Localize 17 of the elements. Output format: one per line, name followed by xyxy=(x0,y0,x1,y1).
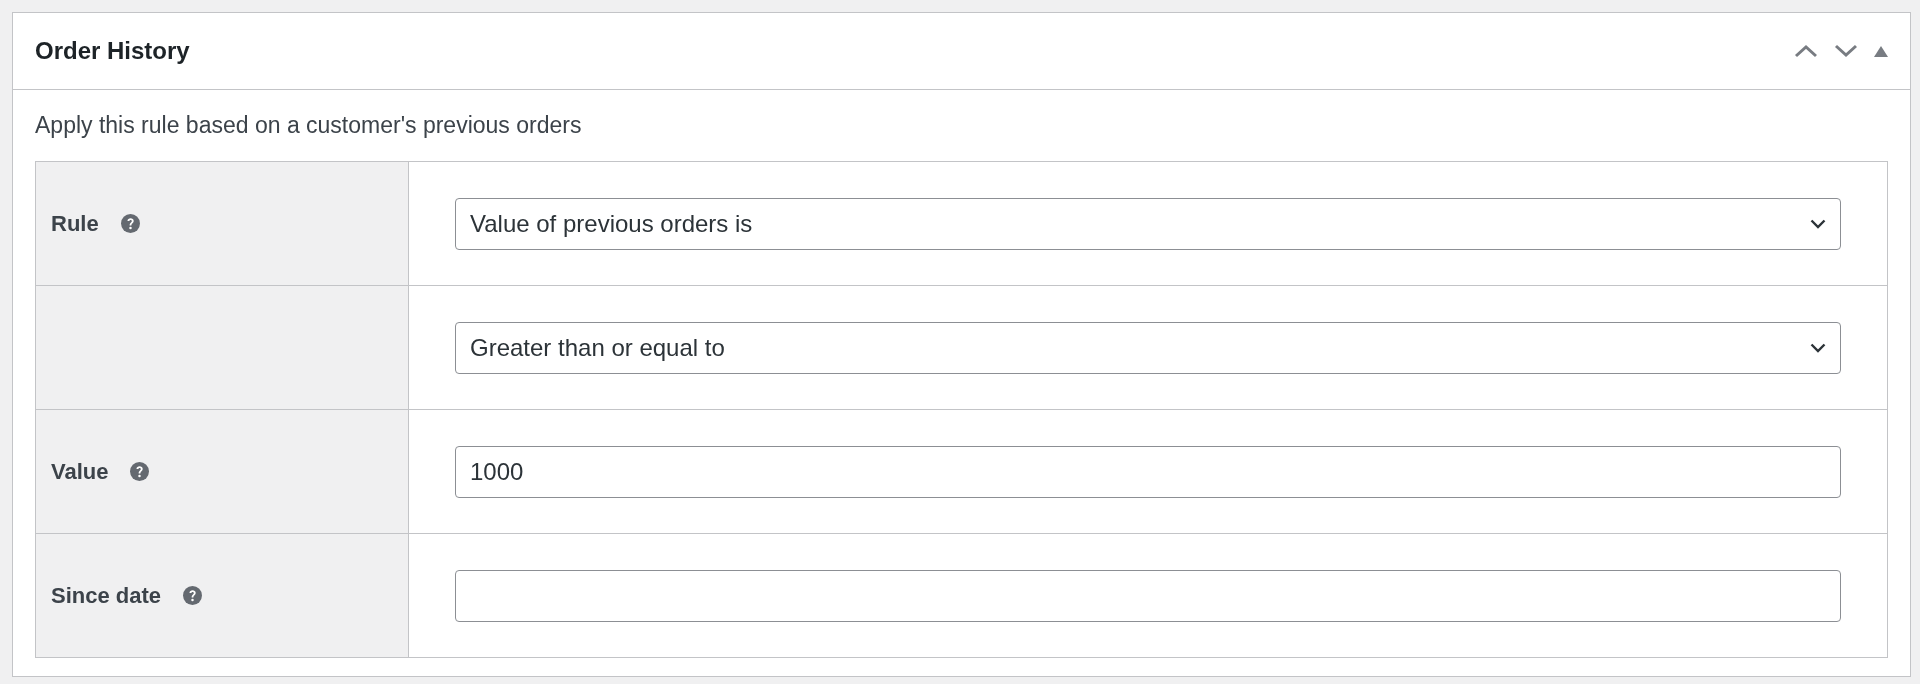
chevron-down-icon xyxy=(1810,342,1826,353)
chevron-down-icon xyxy=(1810,218,1826,229)
chevron-up-icon xyxy=(1794,44,1818,58)
description-text: Apply this rule based on a customer's previous orders xyxy=(35,112,582,139)
input-field[interactable] xyxy=(455,569,1841,622)
input-field[interactable]: 1000 xyxy=(455,445,1841,498)
help-icon[interactable] xyxy=(183,586,203,605)
chevron-down-icon xyxy=(1834,44,1858,58)
help-icon[interactable] xyxy=(130,462,150,481)
dropdown-select[interactable]: Greater than or equal to xyxy=(455,321,1841,374)
field-label: Value xyxy=(51,458,109,485)
field-label: Rule xyxy=(51,210,99,237)
dropdown-select[interactable]: Value of previous orders is xyxy=(455,197,1841,250)
help-icon[interactable] xyxy=(120,214,140,233)
field-label: Since date xyxy=(51,582,162,609)
panel-title: Order History xyxy=(35,37,191,65)
triangle-up-icon xyxy=(1874,45,1888,57)
